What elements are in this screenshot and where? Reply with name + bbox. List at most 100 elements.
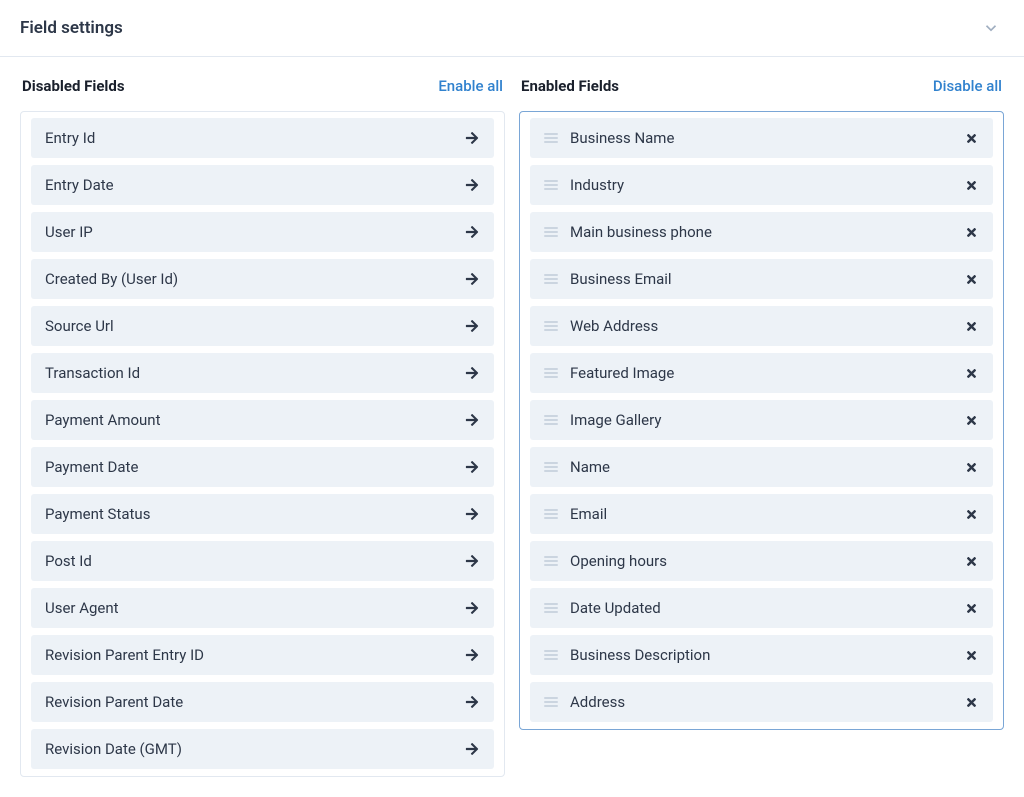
enabled-field-item[interactable]: Opening hours	[530, 541, 993, 581]
disabled-field-item[interactable]: Revision Parent Entry ID	[31, 635, 494, 675]
enabled-field-item[interactable]: Business Name	[530, 118, 993, 158]
field-label: Business Email	[570, 270, 951, 288]
drag-handle-icon[interactable]	[544, 180, 558, 190]
field-label: Address	[570, 693, 951, 711]
disabled-field-item[interactable]: Payment Date	[31, 447, 494, 487]
disabled-field-item[interactable]: Post Id	[31, 541, 494, 581]
enabled-field-item[interactable]: Industry	[530, 165, 993, 205]
arrow-right-icon[interactable]	[464, 506, 480, 522]
close-icon[interactable]	[963, 271, 979, 287]
close-icon[interactable]	[963, 694, 979, 710]
field-label: Name	[570, 458, 951, 476]
close-icon[interactable]	[963, 647, 979, 663]
field-label: Image Gallery	[570, 411, 951, 429]
disabled-field-item[interactable]: Revision Parent Date	[31, 682, 494, 722]
drag-handle-icon[interactable]	[544, 368, 558, 378]
drag-handle-icon[interactable]	[544, 227, 558, 237]
arrow-right-icon[interactable]	[464, 271, 480, 287]
disabled-field-item[interactable]: Created By (User Id)	[31, 259, 494, 299]
disabled-field-item[interactable]: Transaction Id	[31, 353, 494, 393]
close-icon[interactable]	[963, 553, 979, 569]
close-icon[interactable]	[963, 365, 979, 381]
arrow-right-icon[interactable]	[464, 224, 480, 240]
enabled-column-title: Enabled Fields	[521, 77, 619, 95]
panel-header[interactable]: Field settings	[0, 0, 1024, 57]
disabled-fields-list: Entry Id Entry Date User IP Created By (Use…	[20, 111, 505, 777]
field-label: Transaction Id	[45, 364, 452, 382]
enabled-field-item[interactable]: Web Address	[530, 306, 993, 346]
enabled-field-item[interactable]: Image Gallery	[530, 400, 993, 440]
arrow-right-icon[interactable]	[464, 318, 480, 334]
arrow-right-icon[interactable]	[464, 459, 480, 475]
close-icon[interactable]	[963, 506, 979, 522]
field-label: Payment Status	[45, 505, 452, 523]
drag-handle-icon[interactable]	[544, 697, 558, 707]
drag-handle-icon[interactable]	[544, 650, 558, 660]
enabled-field-item[interactable]: Featured Image	[530, 353, 993, 393]
enable-all-button[interactable]: Enable all	[438, 77, 503, 95]
close-icon[interactable]	[963, 600, 979, 616]
arrow-right-icon[interactable]	[464, 177, 480, 193]
drag-handle-icon[interactable]	[544, 274, 558, 284]
close-icon[interactable]	[963, 177, 979, 193]
enabled-field-item[interactable]: Business Description	[530, 635, 993, 675]
panel-title: Field settings	[20, 18, 123, 38]
disable-all-button[interactable]: Disable all	[933, 77, 1002, 95]
arrow-right-icon[interactable]	[464, 412, 480, 428]
drag-handle-icon[interactable]	[544, 133, 558, 143]
enabled-field-item[interactable]: Business Email	[530, 259, 993, 299]
arrow-right-icon[interactable]	[464, 365, 480, 381]
disabled-field-item[interactable]: Entry Id	[31, 118, 494, 158]
field-label: Entry Id	[45, 129, 452, 147]
field-label: Created By (User Id)	[45, 270, 452, 288]
disabled-field-item[interactable]: Entry Date	[31, 165, 494, 205]
enabled-field-item[interactable]: Main business phone	[530, 212, 993, 252]
field-label: Main business phone	[570, 223, 951, 241]
drag-handle-icon[interactable]	[544, 509, 558, 519]
drag-handle-icon[interactable]	[544, 321, 558, 331]
close-icon[interactable]	[963, 130, 979, 146]
enabled-column-header: Enabled Fields Disable all	[519, 77, 1004, 95]
field-label: Date Updated	[570, 599, 951, 617]
arrow-right-icon[interactable]	[464, 130, 480, 146]
enabled-field-item[interactable]: Email	[530, 494, 993, 534]
disabled-field-item[interactable]: Source Url	[31, 306, 494, 346]
disabled-field-item[interactable]: Payment Status	[31, 494, 494, 534]
field-label: Payment Amount	[45, 411, 452, 429]
enabled-column: Enabled Fields Disable all Business Name…	[519, 77, 1004, 777]
arrow-right-icon[interactable]	[464, 694, 480, 710]
arrow-right-icon[interactable]	[464, 553, 480, 569]
close-icon[interactable]	[963, 224, 979, 240]
enabled-field-item[interactable]: Date Updated	[530, 588, 993, 628]
arrow-right-icon[interactable]	[464, 600, 480, 616]
close-icon[interactable]	[963, 459, 979, 475]
disabled-field-item[interactable]: Payment Amount	[31, 400, 494, 440]
field-label: User Agent	[45, 599, 452, 617]
field-label: User IP	[45, 223, 452, 241]
field-label: Post Id	[45, 552, 452, 570]
drag-handle-icon[interactable]	[544, 556, 558, 566]
field-label: Revision Date (GMT)	[45, 740, 452, 758]
enabled-field-item[interactable]: Name	[530, 447, 993, 487]
field-label: Source Url	[45, 317, 452, 335]
close-icon[interactable]	[963, 318, 979, 334]
field-label: Business Name	[570, 129, 951, 147]
drag-handle-icon[interactable]	[544, 603, 558, 613]
drag-handle-icon[interactable]	[544, 415, 558, 425]
enabled-field-item[interactable]: Address	[530, 682, 993, 722]
field-label: Revision Parent Date	[45, 693, 452, 711]
disabled-column-header: Disabled Fields Enable all	[20, 77, 505, 95]
drag-handle-icon[interactable]	[544, 462, 558, 472]
disabled-field-item[interactable]: User IP	[31, 212, 494, 252]
field-label: Entry Date	[45, 176, 452, 194]
enabled-fields-list: Business Name Industry Main business phone…	[519, 111, 1004, 730]
disabled-column-title: Disabled Fields	[22, 77, 125, 95]
arrow-right-icon[interactable]	[464, 741, 480, 757]
arrow-right-icon[interactable]	[464, 647, 480, 663]
chevron-down-icon[interactable]	[982, 19, 1004, 37]
disabled-field-item[interactable]: User Agent	[31, 588, 494, 628]
disabled-field-item[interactable]: Revision Date (GMT)	[31, 729, 494, 769]
field-label: Email	[570, 505, 951, 523]
field-label: Web Address	[570, 317, 951, 335]
close-icon[interactable]	[963, 412, 979, 428]
